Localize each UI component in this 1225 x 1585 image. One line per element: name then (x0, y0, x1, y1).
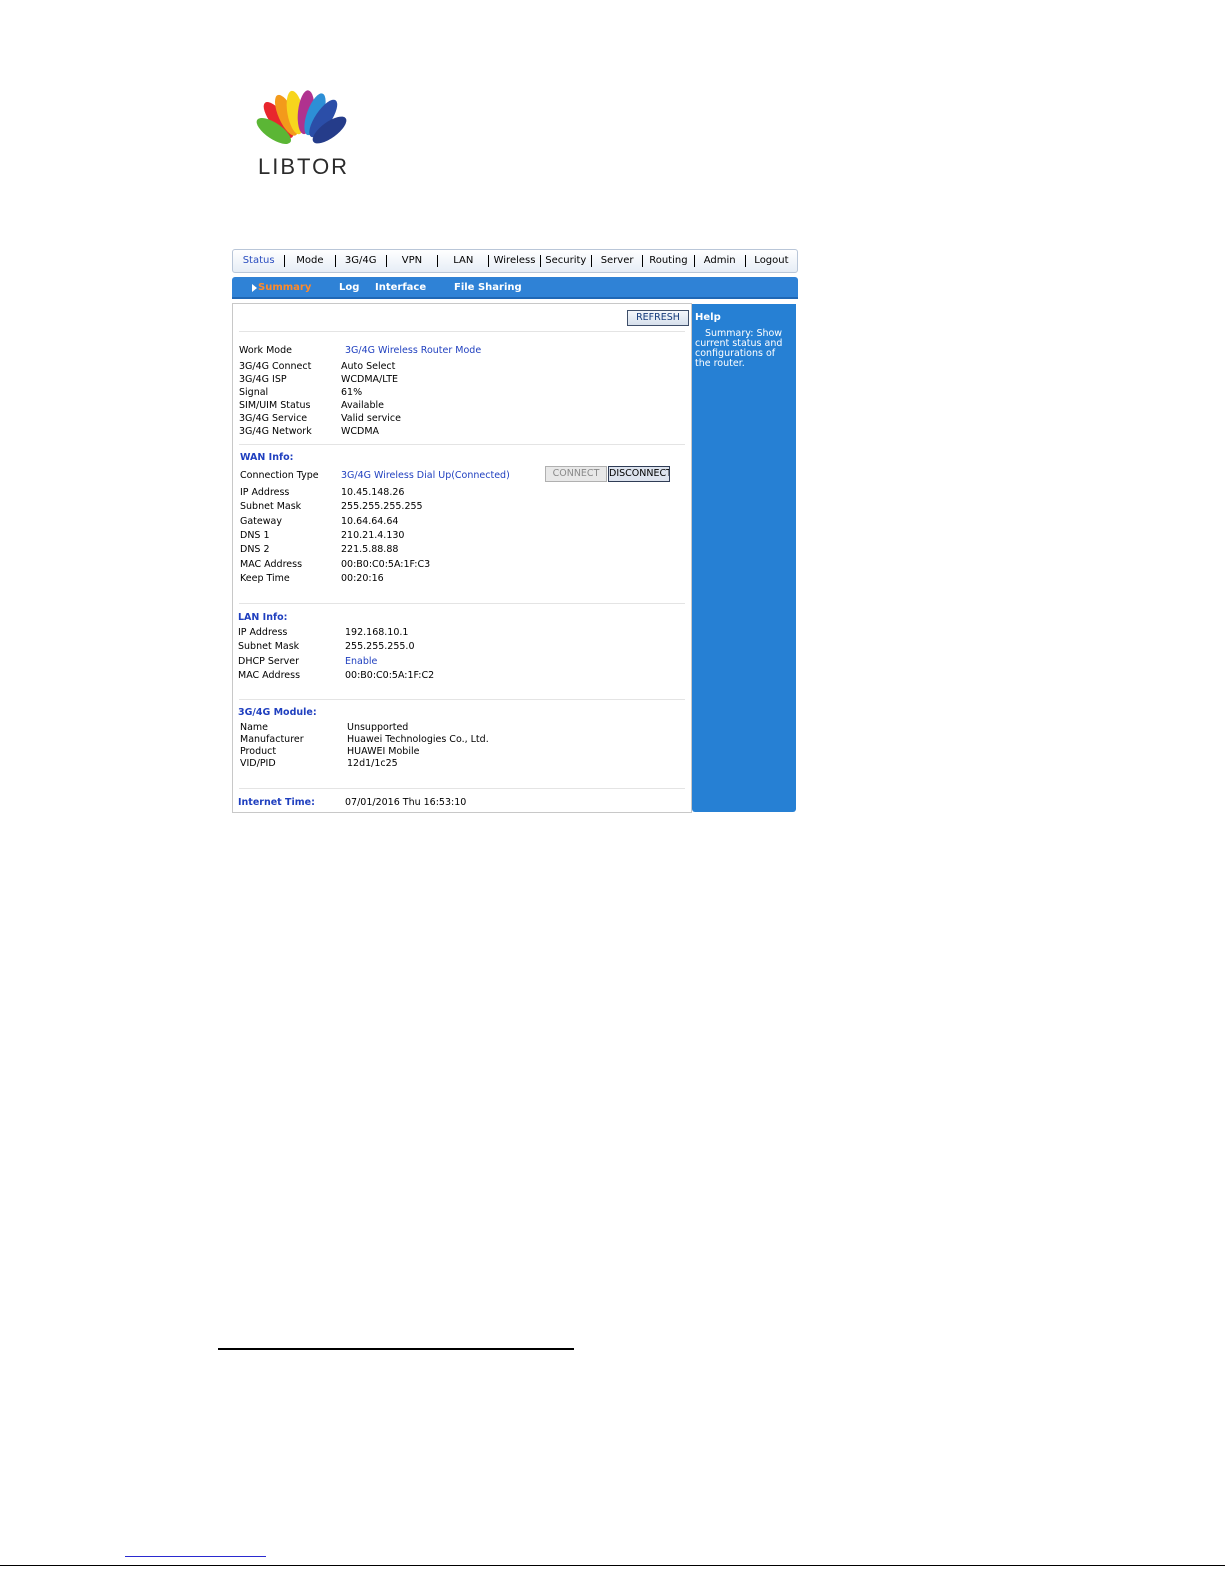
wan-value: 10.45.148.26 (341, 487, 405, 498)
module-value: Unsupported (347, 722, 409, 733)
help-text: Summary: Show current status and configu… (695, 329, 793, 369)
wan-value: 255.255.255.255 (341, 501, 423, 512)
module-value: Huawei Technologies Co., Ltd. (347, 734, 489, 745)
subtab-summary[interactable]: Summary (258, 277, 311, 299)
nav-status[interactable]: Status (233, 255, 286, 267)
nav-admin[interactable]: Admin (695, 255, 746, 267)
divider (239, 699, 685, 700)
module-label: VID/PID (240, 758, 276, 769)
work-mode-label: Work Mode (239, 345, 292, 356)
module-label: Product (240, 746, 277, 757)
disconnect-button[interactable]: DISCONNECT (608, 466, 670, 482)
wan-label: DNS 1 (240, 530, 270, 541)
nav-wireless[interactable]: Wireless (489, 255, 541, 267)
work-mode-value: 3G/4G Wireless Router Mode (345, 345, 482, 356)
connect-button[interactable]: CONNECT (545, 466, 607, 482)
status-value: 61% (341, 387, 363, 398)
help-title: Help (695, 312, 721, 323)
subtab-file-sharing[interactable]: File Sharing (454, 277, 522, 299)
lan-label: IP Address (238, 627, 288, 638)
footer-link-underline (125, 1556, 266, 1557)
subtab-interface[interactable]: Interface (375, 277, 426, 299)
wan-label: DNS 2 (240, 544, 270, 555)
summary-content: REFRESH Work Mode 3G/4G Wireless Router … (232, 303, 692, 813)
module-title: 3G/4G Module: (238, 707, 317, 718)
module-value: HUAWEI Mobile (347, 746, 420, 757)
wan-label: Keep Time (240, 573, 290, 584)
wan-label: IP Address (240, 487, 290, 498)
status-label: SIM/UIM Status (239, 400, 311, 411)
lan-label: DHCP Server (238, 656, 299, 667)
sub-navigation: Summary Log Interface File Sharing (232, 277, 798, 299)
nav-server[interactable]: Server (592, 255, 644, 267)
status-label: 3G/4G ISP (239, 374, 287, 385)
wan-value: 210.21.4.130 (341, 530, 405, 541)
nav-security[interactable]: Security (541, 255, 592, 267)
wan-value: 10.64.64.64 (341, 516, 399, 527)
divider (239, 331, 685, 332)
dhcp-server-link[interactable]: Enable (345, 656, 377, 667)
wan-value: 00:20:16 (341, 573, 384, 584)
logo-text: LIBTOR (258, 154, 350, 179)
divider (239, 444, 685, 445)
subtab-log[interactable]: Log (339, 277, 359, 299)
status-value: Valid service (341, 413, 401, 424)
lan-value: 00:B0:C0:5A:1F:C2 (345, 670, 435, 681)
help-text-content: Summary: Show current status and configu… (695, 328, 783, 369)
module-label: Name (240, 722, 269, 733)
help-panel: Help Summary: Show current status and co… (692, 304, 796, 812)
nav-lan[interactable]: LAN (438, 255, 490, 267)
page-footer-rule (0, 1565, 1225, 1566)
divider (239, 788, 685, 789)
nav-logout[interactable]: Logout (746, 255, 797, 267)
peacock-logo-icon (256, 90, 347, 144)
divider (239, 603, 685, 604)
wan-label: MAC Address (240, 559, 303, 570)
footnote-separator (218, 1348, 574, 1350)
router-admin-frame: Status Mode 3G/4G VPN LAN Wireless Secur… (232, 249, 798, 813)
wan-label: Gateway (240, 516, 282, 527)
status-label: 3G/4G Network (239, 426, 312, 437)
status-label: 3G/4G Connect (239, 361, 312, 372)
module-value: 12d1/1c25 (347, 758, 398, 769)
internet-time-label: Internet Time: (238, 797, 315, 808)
connection-type-label: Connection Type (240, 470, 319, 481)
lan-label: Subnet Mask (238, 641, 300, 652)
lan-value: 255.255.255.0 (345, 641, 415, 652)
status-value: WCDMA/LTE (341, 374, 399, 385)
wan-value: 221.5.88.88 (341, 544, 399, 555)
wan-label: Subnet Mask (240, 501, 302, 512)
top-navigation: Status Mode 3G/4G VPN LAN Wireless Secur… (232, 249, 798, 273)
status-value: Auto Select (341, 361, 396, 372)
internet-time-value: 07/01/2016 Thu 16:53:10 (345, 797, 467, 808)
arrow-right-icon (252, 284, 257, 292)
status-value: Available (341, 400, 385, 411)
status-value: WCDMA (341, 426, 380, 437)
refresh-button[interactable]: REFRESH (627, 310, 689, 326)
module-label: Manufacturer (240, 734, 304, 745)
wan-value: 00:B0:C0:5A:1F:C3 (341, 559, 431, 570)
lan-value: 192.168.10.1 (345, 627, 409, 638)
lan-label: MAC Address (238, 670, 301, 681)
nav-routing[interactable]: Routing (643, 255, 695, 267)
nav-vpn[interactable]: VPN (387, 255, 439, 267)
nav-mode[interactable]: Mode (285, 255, 336, 267)
libtor-logo: LIBTOR (248, 88, 360, 188)
connection-type-value: 3G/4G Wireless Dial Up(Connected) (341, 470, 510, 481)
status-label: Signal (239, 387, 269, 398)
wan-info-title: WAN Info: (240, 452, 294, 463)
status-label: 3G/4G Service (239, 413, 308, 424)
nav-3g4g[interactable]: 3G/4G (336, 255, 387, 267)
lan-info-title: LAN Info: (238, 612, 288, 623)
